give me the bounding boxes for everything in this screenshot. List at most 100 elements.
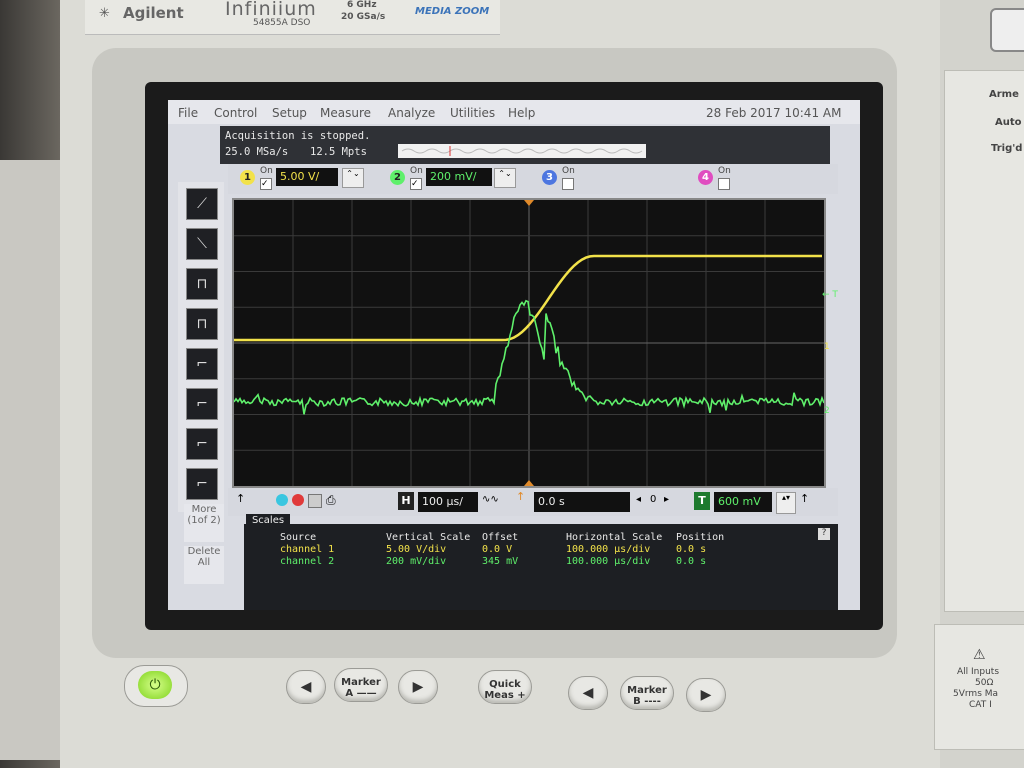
menu-measure[interactable]: Measure — [320, 106, 371, 120]
quick-meas-button[interactable]: Quick Meas + — [478, 670, 532, 704]
delay-left-arrow-icon[interactable]: ◂ — [636, 494, 641, 505]
scales-panel: Source Vertical Scale Offset Horizontal … — [244, 524, 838, 610]
trigger-level-field[interactable]: 600 mV — [714, 492, 772, 512]
trigger-level-marker: ← T — [822, 290, 838, 300]
channel-1-on-label: On — [260, 166, 273, 176]
row-1-position: 0.0 s — [676, 544, 707, 555]
channel-4-on-checkbox[interactable] — [718, 178, 730, 190]
trigger-slope-icon[interactable]: ↑ — [800, 492, 809, 505]
marker-b-left-button[interactable]: ◀ — [568, 676, 608, 710]
top-right-button[interactable] — [990, 8, 1024, 52]
power-button[interactable]: ⏻ — [124, 665, 188, 707]
timebase-field[interactable]: 100 µs/ — [418, 492, 478, 512]
rising-edge-trigger-icon[interactable]: ⟋ — [186, 188, 218, 220]
marker-b-button[interactable]: Marker B ---- — [620, 676, 674, 710]
channel-3-button[interactable]: 3 — [542, 170, 557, 185]
channel-2-button[interactable]: 2 — [390, 170, 405, 185]
trigger-status-panel: Arme Auto Trig'd — [944, 70, 1024, 612]
trigger-position-marker-bottom — [524, 480, 534, 486]
window-trigger-icon[interactable]: ⌐ — [186, 468, 218, 500]
graticule — [233, 200, 825, 486]
menu-setup[interactable]: Setup — [272, 106, 307, 120]
auto-indicator: Auto — [995, 117, 1022, 128]
red-color-icon[interactable] — [292, 494, 304, 506]
channel-2-scale[interactable]: 200 mV/ — [426, 168, 492, 186]
row-2-vscale: 200 mV/div — [386, 556, 447, 567]
delete-all-button[interactable]: Delete All — [184, 546, 224, 584]
transition-trigger-icon[interactable]: ⌐ — [186, 428, 218, 460]
menu-help[interactable]: Help — [508, 106, 535, 120]
runt-trigger-icon[interactable]: ⌐ — [186, 348, 218, 380]
row-2-source: channel 2 — [280, 556, 335, 567]
glitch-trigger-icon[interactable]: ⊓ — [186, 308, 218, 340]
horizontal-label: H — [398, 492, 414, 510]
brand-logo: Agilent — [123, 4, 184, 22]
channel-1-trace — [234, 254, 822, 342]
input-rating-line2: 50Ω — [975, 678, 994, 688]
row-1-hscale: 100.000 µs/div — [566, 544, 651, 555]
channel-3-on-checkbox[interactable] — [562, 178, 574, 190]
channel-3-on-label: On — [562, 166, 575, 176]
help-button[interactable]: ? — [818, 528, 830, 540]
menu-bar: File Control Setup Measure Analyze Utili… — [168, 100, 860, 124]
more-button[interactable]: More (1of 2) — [184, 504, 224, 542]
delete-label: Delete — [187, 546, 221, 557]
model-name: Infiniium — [225, 0, 317, 20]
wave-zoom-icon[interactable]: ∿∿ — [482, 494, 499, 505]
acquisition-status: Acquisition is stopped. 25.0 MSa/s 12.5 … — [220, 126, 830, 164]
menu-utilities[interactable]: Utilities — [450, 106, 495, 120]
header-vertical-scale: Vertical Scale — [386, 532, 471, 543]
row-2-position: 0.0 s — [676, 556, 707, 567]
bandwidth-spec: 6 GHz — [347, 0, 377, 10]
warning-icon: ⚠ — [973, 647, 986, 663]
marker-b-right-button[interactable]: ▶ — [686, 678, 726, 712]
input-warning-panel: ⚠ All Inputs 50Ω 5Vrms Ma CAT I — [934, 624, 1024, 750]
scope-display: File Control Setup Measure Analyze Utili… — [168, 100, 860, 610]
row-1-vscale: 5.00 V/div — [386, 544, 447, 555]
delay-marker-icon: ↑ — [516, 490, 526, 503]
delay-right-arrow-icon[interactable]: ▸ — [664, 494, 669, 505]
image-icon[interactable] — [308, 494, 322, 508]
memory-depth: 12.5 Mpts — [310, 146, 367, 158]
channel-4-on-label: On — [718, 166, 731, 176]
sample-rate-spec: 20 GSa/s — [341, 12, 386, 22]
timeout-trigger-icon[interactable]: ⌐ — [186, 388, 218, 420]
up-arrow-icon[interactable]: ↑ — [236, 492, 245, 505]
channel-2-scale-spinner[interactable]: ⌃⌄ — [494, 168, 516, 188]
marker-a-button[interactable]: Marker A —— — [334, 668, 388, 702]
header-position: Position — [676, 532, 725, 543]
header-horizontal-scale: Horizontal Scale — [566, 532, 663, 543]
marker-a-right-button[interactable]: ▶ — [398, 670, 438, 704]
waveform-overview[interactable] — [398, 144, 646, 158]
model-number: 54855A DSO — [253, 18, 311, 28]
mediazoom-logo: MEDIA ZOOM — [415, 6, 490, 17]
horizontal-controls: ↑ ⎙ H 100 µs/ ∿∿ ↑ 0.0 s ◂ 0 ▸ T 600 mV … — [228, 488, 838, 516]
pulse-width-trigger-icon[interactable]: ⊓ — [186, 268, 218, 300]
row-1-source: channel 1 — [280, 544, 335, 555]
falling-edge-trigger-icon[interactable]: ⟍ — [186, 228, 218, 260]
printer-icon[interactable]: ⎙ — [326, 493, 336, 508]
armed-indicator: Arme — [989, 89, 1019, 100]
channel-1-ground-marker: 1 — [824, 342, 830, 352]
acquisition-state: Acquisition is stopped. — [225, 130, 371, 142]
channel-1-scale-spinner[interactable]: ⌃⌄ — [342, 168, 364, 188]
menu-file[interactable]: File — [178, 106, 198, 120]
channel-4-button[interactable]: 4 — [698, 170, 713, 185]
menu-analyze[interactable]: Analyze — [388, 106, 435, 120]
delete-all-label: All — [197, 557, 211, 568]
channel-1-scale[interactable]: 5.00 V/ — [276, 168, 338, 186]
input-rating-line1: All Inputs — [957, 667, 1000, 677]
tool-palette: ⟋ ⟍ ⊓ ⊓ ⌐ ⌐ ⌐ ⌐ — [178, 182, 224, 512]
marker-a-left-button[interactable]: ◀ — [286, 670, 326, 704]
waveform-display[interactable] — [232, 198, 826, 488]
trigger-level-spinner[interactable]: ▴▾ — [776, 492, 796, 514]
input-rating-line3: 5Vrms Ma — [953, 689, 999, 699]
trigger-position-marker-top — [524, 200, 534, 206]
channel-2-on-checkbox[interactable]: ✓ — [410, 178, 422, 190]
channel-1-button[interactable]: 1 — [240, 170, 255, 185]
delay-field[interactable]: 0.0 s — [534, 492, 630, 512]
cyan-color-icon[interactable] — [276, 494, 288, 506]
menu-control[interactable]: Control — [214, 106, 257, 120]
more-label: More — [191, 504, 217, 515]
channel-1-on-checkbox[interactable]: ✓ — [260, 178, 272, 190]
